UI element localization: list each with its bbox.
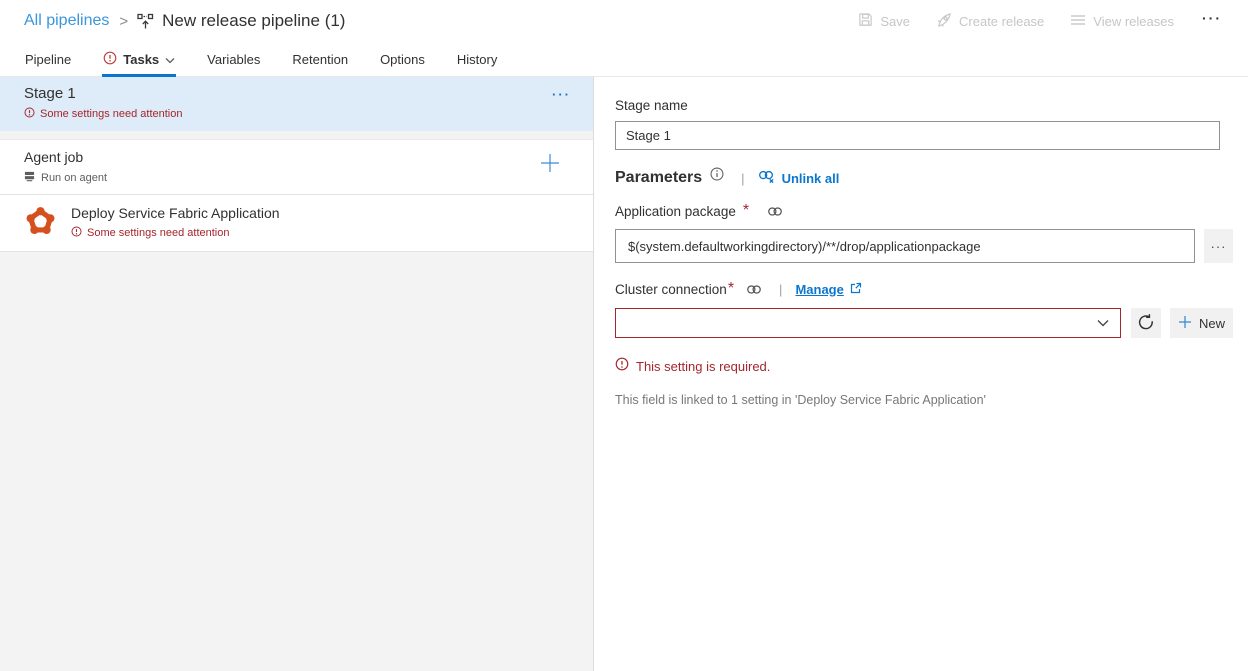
application-package-input-row: ··· [615,229,1233,263]
stage-name-input[interactable] [615,121,1220,150]
application-package-label: Application package [615,204,736,219]
refresh-icon [1137,313,1155,334]
cluster-connection-control-row: New [615,308,1233,338]
unlink-all-link[interactable]: Unlink all [758,169,840,187]
tab-bar: Pipeline Tasks Variables Retention Optio… [0,42,1248,77]
task-warning-text: Some settings need attention [87,227,229,239]
stage-name-label: Stage name [615,98,1233,113]
task-row[interactable]: Deploy Service Fabric Application Some s… [0,195,593,252]
cluster-connection-label: Cluster connection [615,282,727,297]
list-icon [1070,13,1086,30]
linked-setting-note: This field is linked to 1 setting in 'De… [615,393,1233,407]
create-release-button[interactable]: Create release [936,12,1044,31]
tab-tasks[interactable]: Tasks [102,42,176,76]
tab-retention-label: Retention [292,52,348,67]
stage-tasks-panel: Stage 1 Some settings need attention ··· [0,77,594,671]
tab-pipeline-label: Pipeline [25,52,71,67]
tab-options-label: Options [380,52,425,67]
divider: | [741,171,744,186]
new-label: New [1199,316,1225,331]
divider: | [779,282,782,297]
parameters-title: Parameters [615,169,702,187]
stage-more-button[interactable]: ··· [552,87,571,102]
header-more-button[interactable]: ··· [1200,10,1224,32]
stage-title: Stage 1 [24,85,569,102]
add-task-button[interactable] [539,152,561,177]
save-icon [858,12,873,30]
tab-variables-label: Variables [207,52,260,67]
error-icon [615,357,629,376]
unlink-all-label: Unlink all [782,171,840,186]
manage-label: Manage [795,282,843,297]
release-pipeline-editor: All pipelines > New release pipeline (1)… [0,0,1248,671]
required-asterisk: * [743,202,749,220]
agent-job-title: Agent job [24,149,569,165]
plus-icon [1178,315,1192,332]
external-link-icon [850,282,862,297]
breadcrumb-separator: > [119,13,128,30]
chevron-down-icon [165,52,175,67]
tab-pipeline[interactable]: Pipeline [24,42,72,76]
dropdown-chevron-icon [1097,314,1109,332]
save-label: Save [880,14,910,29]
rocket-icon [936,12,952,31]
required-error-text: This setting is required. [636,359,770,374]
agent-job-row[interactable]: Agent job Run on agent [0,139,593,195]
top-header: All pipelines > New release pipeline (1)… [0,0,1248,42]
refresh-button[interactable] [1131,308,1161,338]
tab-options[interactable]: Options [379,42,426,76]
tab-variables[interactable]: Variables [206,42,261,76]
agent-job-subtitle: Run on agent [41,172,107,184]
cluster-connection-label-row: Cluster connection * | Manage [615,280,1233,298]
required-asterisk: * [728,280,734,298]
main-area: Stage 1 Some settings need attention ··· [0,77,1248,671]
unlink-icon [758,169,775,187]
link-icon[interactable] [767,205,783,218]
save-button[interactable]: Save [858,12,910,30]
required-error-row: This setting is required. [615,357,1233,376]
view-releases-button[interactable]: View releases [1070,13,1174,30]
page-title: New release pipeline (1) [162,11,345,31]
task-title: Deploy Service Fabric Application [71,205,280,221]
tab-retention[interactable]: Retention [291,42,349,76]
warning-icon [71,224,82,242]
link-icon[interactable] [746,283,762,296]
header-actions: Save Create release View [858,10,1224,32]
application-package-label-row: Application package * [615,202,1233,220]
view-releases-label: View releases [1093,14,1174,29]
new-connection-button[interactable]: New [1170,308,1233,338]
tab-history-label: History [457,52,497,67]
parameters-header: Parameters | Unl [615,169,1233,187]
create-release-label: Create release [959,14,1044,29]
panel-gap [0,131,593,139]
agent-icon [24,169,35,187]
stage-card[interactable]: Stage 1 Some settings need attention ··· [0,77,593,131]
browse-button[interactable]: ··· [1204,229,1233,263]
manage-link[interactable]: Manage [795,282,861,297]
service-fabric-icon [25,205,56,241]
stage-settings-panel: Stage name Parameters | [594,77,1248,671]
stage-warning-text: Some settings need attention [40,108,182,120]
warning-icon [24,105,35,123]
tasks-warning-icon [103,51,117,68]
info-icon[interactable] [710,167,724,181]
plus-icon [539,162,561,177]
tab-tasks-label: Tasks [123,52,159,67]
release-pipeline-icon [137,13,154,30]
breadcrumb-all-pipelines[interactable]: All pipelines [24,12,109,30]
tab-history[interactable]: History [456,42,498,76]
application-package-input[interactable] [615,229,1195,263]
cluster-connection-dropdown[interactable] [615,308,1121,338]
